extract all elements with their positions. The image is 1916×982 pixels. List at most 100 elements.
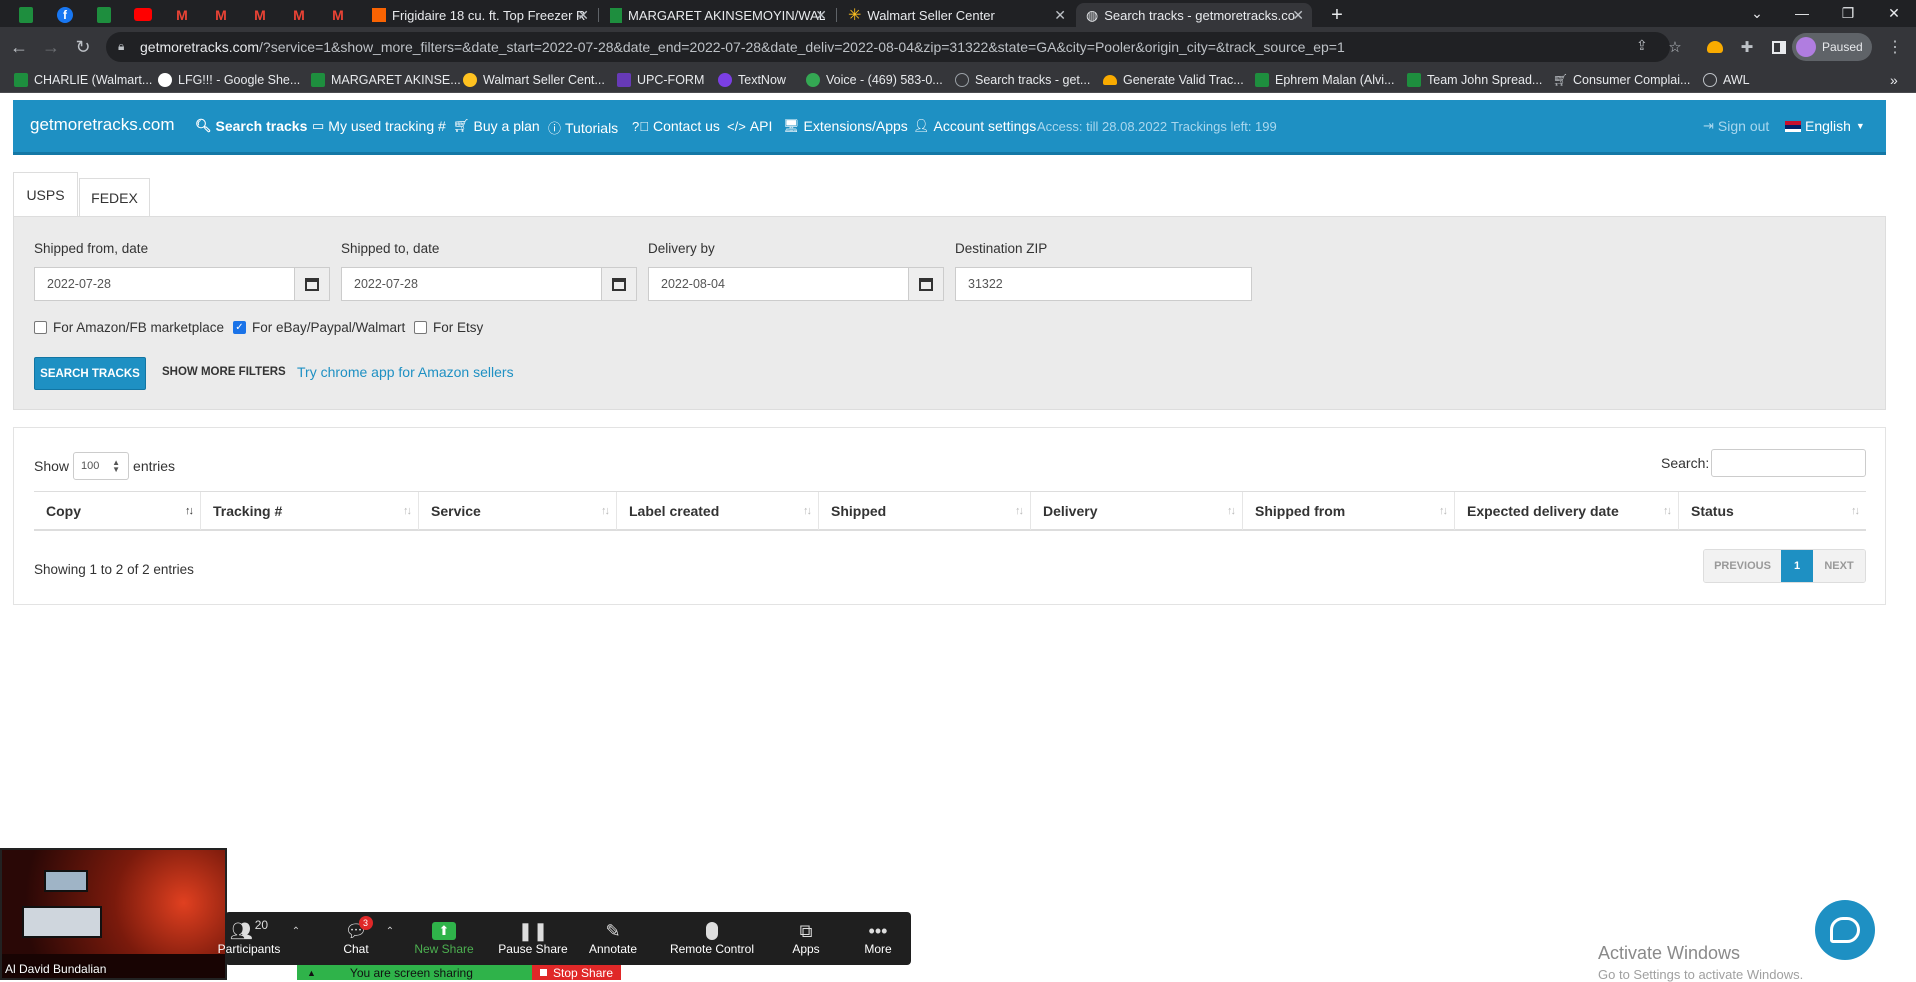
delivery-by-calendar-button[interactable]	[908, 267, 944, 301]
new-share-button[interactable]: ⬆ New Share	[412, 920, 476, 956]
column-header-service[interactable]: Service ↑↓	[419, 492, 617, 530]
zoom-video-thumbnail[interactable]: Al David Bundalian	[0, 848, 227, 980]
nav-contact-us[interactable]: ?⃝ Contact us	[632, 118, 720, 134]
apps-button[interactable]: ⧉ Apps	[790, 920, 822, 957]
etsy-checkbox[interactable]: For Etsy	[414, 320, 483, 335]
bookmark-item[interactable]: MARGARET AKINSE...	[311, 71, 461, 89]
sharing-status[interactable]: ▲ You are screen sharing	[297, 965, 532, 980]
tab-home-depot[interactable]: Frigidaire 18 cu. ft. Top Freezer R ✕	[362, 3, 597, 27]
column-header-shipped[interactable]: Shipped ↑↓	[819, 492, 1031, 530]
sign-out-link[interactable]: ⇥ Sign out	[1703, 118, 1769, 134]
bookmark-item[interactable]: AWL	[1703, 71, 1750, 89]
tab-search-button[interactable]: ⌄	[1735, 0, 1779, 26]
participants-options-button[interactable]: ⌃	[289, 926, 303, 937]
bookmark-item[interactable]: Team John Spread...	[1407, 71, 1542, 89]
side-panel-button[interactable]	[1768, 36, 1790, 58]
address-bar[interactable]: 🔒︎ getmoretracks.com/?service=1&show_mor…	[106, 32, 1670, 62]
pinned-tab-facebook[interactable]: f	[55, 2, 75, 27]
menu-button[interactable]: ⋮	[1884, 36, 1906, 58]
bookmark-item[interactable]: 🛒︎ Consumer Complai...	[1553, 71, 1690, 89]
pinned-tab-sheets[interactable]	[16, 2, 36, 27]
bookmark-item[interactable]: TextNow	[718, 71, 786, 89]
nav-search-tracks[interactable]: 🔍︎ Search tracks	[195, 118, 307, 134]
tab-margaret-sheet[interactable]: MARGARET AKINSEMOYIN/WALI ✕	[600, 3, 835, 27]
reload-button[interactable]: ↻	[72, 36, 94, 58]
shipped-to-calendar-button[interactable]	[601, 267, 637, 301]
nav-api[interactable]: </> API	[727, 118, 772, 134]
close-icon[interactable]: ✕	[1292, 7, 1304, 24]
shipped-to-input[interactable]: 2022-07-28	[341, 267, 602, 301]
tab-usps[interactable]: USPS	[13, 172, 78, 216]
tab-fedex[interactable]: FEDEX	[79, 178, 150, 216]
shipped-from-calendar-button[interactable]	[294, 267, 330, 301]
column-header-status[interactable]: Status ↑↓	[1679, 492, 1866, 530]
checkbox-box[interactable]	[414, 321, 427, 334]
pinned-tab-gmail-1[interactable]: M	[172, 2, 192, 27]
delivery-by-input[interactable]: 2022-08-04	[648, 267, 909, 301]
back-button[interactable]: ←	[8, 36, 30, 58]
remote-control-button[interactable]: Remote Control	[669, 920, 755, 956]
ebay-checkbox[interactable]: ✓ For eBay/Paypal/Walmart	[233, 320, 405, 335]
bookmark-star-button[interactable]: ☆	[1664, 36, 1686, 58]
column-header-label-created[interactable]: Label created ↑↓	[617, 492, 819, 530]
nav-extensions[interactable]: 🖥︎ Extensions/Apps	[783, 118, 908, 134]
nav-buy-plan[interactable]: 🛒︎ Buy a plan	[453, 118, 540, 134]
next-page-button[interactable]: NEXT	[1813, 550, 1865, 582]
column-header-expected-delivery[interactable]: Expected delivery date ↑↓	[1455, 492, 1679, 530]
shipped-from-input[interactable]: 2022-07-28	[34, 267, 295, 301]
page-length-select[interactable]: 100 ▲ ▼	[73, 452, 130, 480]
previous-page-button[interactable]: PREVIOUS	[1704, 550, 1781, 582]
bookmark-item[interactable]: Generate Valid Trac...	[1103, 71, 1244, 89]
participants-button[interactable]: 👥︎ 20 Participants	[218, 918, 281, 956]
pinned-tab-gmail-4[interactable]: M	[289, 2, 309, 27]
nav-tutorials[interactable]: ⓘ Tutorials	[548, 118, 618, 137]
tab-search-tracks[interactable]: ◍ Search tracks - getmoretracks.co ✕	[1076, 3, 1312, 27]
bookmark-item[interactable]: Voice - (469) 583-0...	[806, 71, 943, 89]
pinned-tab-gmail-5[interactable]: M	[328, 2, 348, 27]
extension-button[interactable]	[1704, 36, 1726, 58]
search-tracks-button[interactable]: SEARCH TRACKS	[34, 357, 146, 390]
bookmark-item[interactable]: Ephrem Malan (Alvi...	[1255, 71, 1394, 89]
pinned-tab-gmail-3[interactable]: M	[250, 2, 270, 27]
new-tab-button[interactable]: +	[1322, 3, 1352, 27]
pinned-tab-gmail-2[interactable]: M	[211, 2, 231, 27]
close-icon[interactable]: ✕	[577, 7, 589, 24]
close-icon[interactable]: ✕	[1054, 7, 1066, 24]
stop-share-button[interactable]: Stop Share	[532, 965, 621, 980]
bookmark-item[interactable]: LFG!!! - Google She...	[158, 71, 300, 89]
minimize-button[interactable]: —	[1780, 0, 1824, 26]
profile-button[interactable]: Paused	[1792, 33, 1872, 61]
site-brand[interactable]: getmoretracks.com	[30, 115, 175, 135]
show-more-filters-button[interactable]: SHOW MORE FILTERS	[162, 366, 286, 378]
bookmark-item[interactable]: UPC-FORM	[617, 71, 704, 89]
tab-walmart-seller[interactable]: ✳ Walmart Seller Center ✕	[838, 3, 1074, 27]
forward-button[interactable]: →	[40, 36, 62, 58]
column-header-copy[interactable]: Copy ↑↓	[34, 492, 201, 530]
bookmark-item[interactable]: Walmart Seller Cent...	[463, 71, 605, 89]
bookmarks-overflow-button[interactable]: »	[1890, 71, 1898, 89]
extensions-button[interactable]: ✚	[1736, 36, 1758, 58]
bookmark-item[interactable]: Search tracks - get...	[955, 71, 1090, 89]
close-icon[interactable]: ✕	[815, 7, 827, 24]
more-button[interactable]: ••• More	[862, 920, 894, 957]
annotate-button[interactable]: ✎ Annotate	[585, 920, 641, 957]
pause-share-button[interactable]: ❚❚ Pause Share	[498, 920, 568, 957]
bookmark-item[interactable]: CHARLIE (Walmart...	[14, 71, 152, 89]
chat-options-button[interactable]: ⌃	[383, 926, 397, 937]
column-header-shipped-from[interactable]: Shipped from ↑↓	[1243, 492, 1455, 530]
checkmark-icon[interactable]: ✓	[233, 321, 246, 334]
chrome-app-link[interactable]: Try chrome app for Amazon sellers	[297, 364, 514, 380]
nav-used-tracking[interactable]: ▭ My used tracking #	[312, 118, 446, 134]
share-icon[interactable]: ⇪	[1636, 37, 1648, 54]
checkbox-box[interactable]	[34, 321, 47, 334]
restore-button[interactable]: ❐	[1826, 0, 1870, 26]
amazon-checkbox[interactable]: For Amazon/FB marketplace	[34, 320, 224, 335]
table-search-input[interactable]	[1711, 449, 1866, 477]
language-dropdown[interactable]: English ▼	[1785, 118, 1865, 134]
column-header-delivery[interactable]: Delivery ↑↓	[1031, 492, 1243, 530]
pinned-tab-youtube[interactable]	[133, 2, 153, 27]
chat-button[interactable]: 💬︎ 3 Chat	[338, 916, 374, 956]
pinned-tab-sheets-2[interactable]	[94, 2, 114, 27]
column-header-tracking[interactable]: Tracking # ↑↓	[201, 492, 419, 530]
nav-account-settings[interactable]: 👤︎ Account settings	[913, 118, 1036, 134]
